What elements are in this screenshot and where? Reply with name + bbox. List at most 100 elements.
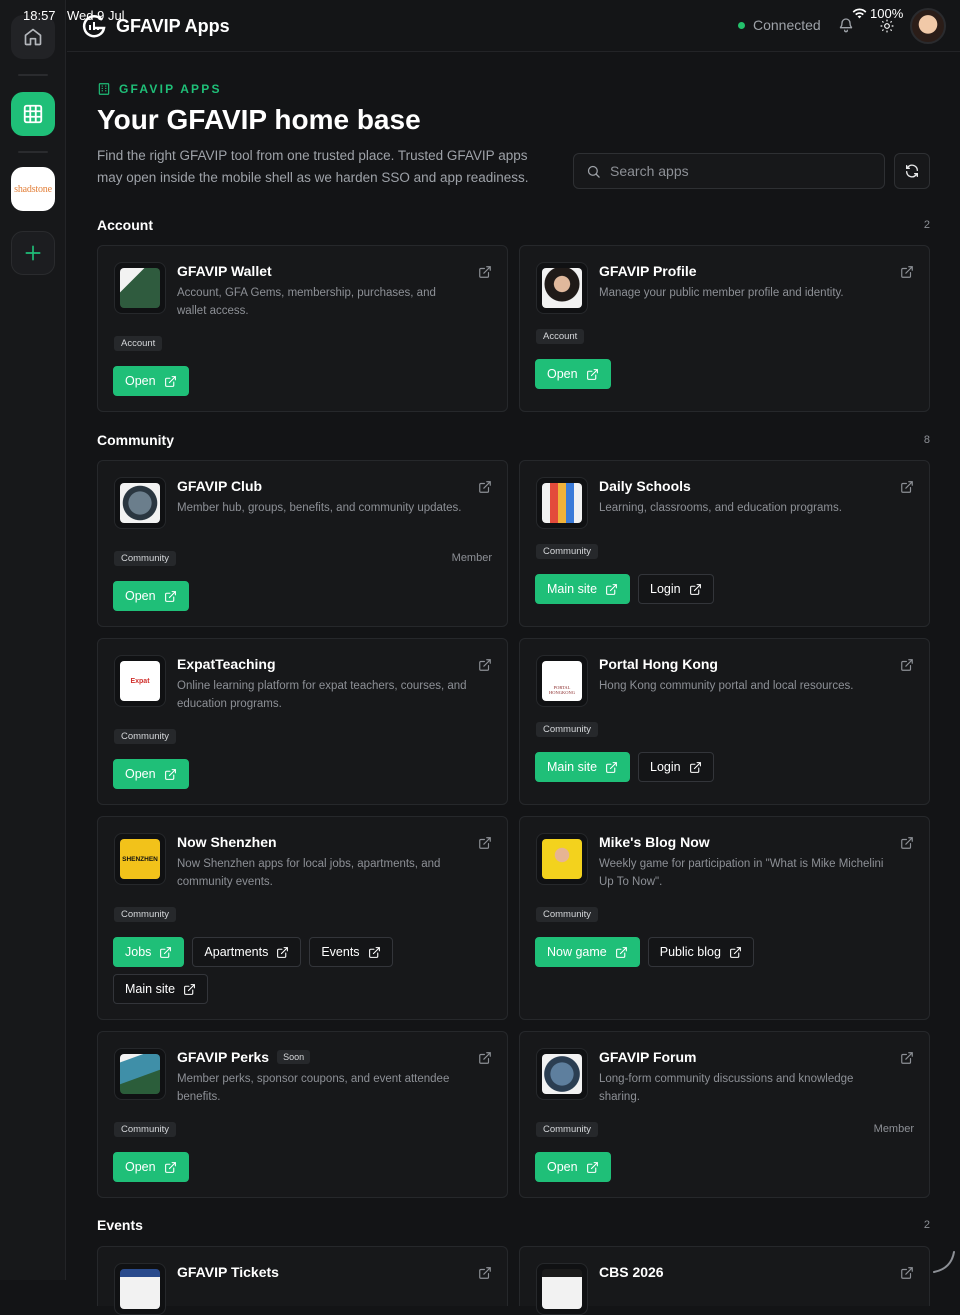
search-input[interactable]: [610, 163, 870, 179]
app-description: Member hub, groups, benefits, and commun…: [177, 502, 462, 514]
loading-spinner-icon: [933, 1251, 955, 1273]
external-link-icon: [164, 590, 176, 602]
external-link-icon[interactable]: [900, 658, 914, 672]
external-link-icon: [184, 983, 195, 995]
main-site-button[interactable]: Main site: [113, 974, 209, 1004]
section-header-account: Account 2: [97, 217, 930, 233]
app-card-portal-hong-kong: PORTAL HONGKONG Portal Hong Kong Hong Ko…: [519, 638, 930, 805]
app-card-daily-schools: Daily Schools Learning, classrooms, and …: [519, 460, 930, 627]
sun-icon[interactable]: [880, 19, 894, 33]
login-button[interactable]: Login: [638, 752, 714, 782]
events-button[interactable]: Events: [309, 937, 393, 967]
connected-dot: [738, 21, 745, 29]
external-link-icon: [368, 946, 380, 958]
button-label: Open: [125, 589, 156, 603]
external-link-icon[interactable]: [478, 658, 492, 672]
button-label: Login: [650, 760, 681, 774]
refresh-icon: [906, 164, 918, 178]
open-button[interactable]: Open: [113, 366, 189, 396]
app-card-cbs-2026: CBS 2026: [519, 1246, 930, 1315]
search-box[interactable]: [573, 153, 885, 189]
app-card-gfavip-forum: GFAVIP Forum Long-form community discuss…: [519, 1031, 930, 1198]
section-title: Account: [97, 217, 153, 233]
section-header-events: Events 2: [97, 1217, 930, 1233]
rail-divider: [18, 74, 48, 76]
button-label: Open: [125, 374, 156, 388]
section-title: Community: [97, 432, 174, 448]
category-tag: Account: [536, 329, 585, 344]
external-link-icon: [164, 1161, 176, 1173]
category-tag: Community: [114, 1122, 177, 1137]
rail-shadstone-button[interactable]: shadstone: [11, 167, 55, 211]
external-link-icon[interactable]: [478, 480, 492, 494]
shenzhen-logo-text: SHENZHEN: [120, 839, 160, 879]
category-tag: Community: [114, 551, 177, 566]
external-link-icon[interactable]: [900, 265, 914, 279]
app-name-text: GFAVIP Perks: [177, 1049, 270, 1065]
refresh-button[interactable]: [894, 153, 930, 189]
button-label: Main site: [547, 582, 598, 596]
app-card-gfavip-wallet: GFAVIP Wallet Account, GFA Gems, members…: [97, 245, 508, 412]
apartments-button[interactable]: Apartments: [192, 937, 302, 967]
button-label: Open: [547, 367, 578, 381]
open-button[interactable]: Open: [535, 1152, 611, 1182]
category-tag: Community: [536, 544, 599, 559]
status-indicators: 100%: [852, 6, 903, 21]
building-icon: [98, 83, 110, 95]
connection-label: Connected: [753, 17, 821, 33]
external-link-icon: [160, 946, 172, 958]
external-link-icon: [729, 946, 741, 958]
now-game-button[interactable]: Now game: [535, 937, 640, 967]
app-logo: [114, 477, 166, 529]
login-button[interactable]: Login: [638, 574, 714, 604]
external-link-icon[interactable]: [900, 480, 914, 494]
external-link-icon[interactable]: [900, 836, 914, 850]
section-title: Events: [97, 1217, 143, 1233]
external-link-icon: [689, 761, 701, 773]
app-logo: [536, 262, 588, 314]
external-link-icon[interactable]: [478, 1051, 492, 1065]
external-link-icon[interactable]: [478, 836, 492, 850]
button-label: Public blog: [659, 945, 721, 959]
app-name: Now Shenzhen: [177, 834, 277, 850]
app-logo: SHENZHEN: [114, 833, 166, 885]
search-icon: [587, 165, 600, 178]
app-description: Account, GFA Gems, membership, purchases…: [177, 287, 436, 317]
open-button[interactable]: Open: [113, 759, 189, 789]
external-link-icon: [586, 1161, 598, 1173]
main-site-button[interactable]: Main site: [535, 752, 631, 782]
app-card-gfavip-club: GFAVIP Club Member hub, groups, benefits…: [97, 460, 508, 627]
open-button[interactable]: Open: [113, 1152, 189, 1182]
external-link-icon: [164, 768, 176, 780]
external-link-icon: [586, 368, 598, 380]
public-blog-button[interactable]: Public blog: [647, 937, 754, 967]
jobs-button[interactable]: Jobs: [113, 937, 185, 967]
external-link-icon: [689, 583, 701, 595]
app-logo: [536, 477, 588, 529]
app-description: Learning, classrooms, and education prog…: [599, 502, 842, 514]
app-description: Manage your public member profile and id…: [599, 287, 844, 299]
button-label: Main site: [125, 982, 176, 996]
open-button[interactable]: Open: [113, 581, 189, 611]
user-avatar[interactable]: [910, 8, 946, 44]
open-button[interactable]: Open: [535, 359, 611, 389]
external-link-icon: [606, 583, 617, 595]
app-name: Portal Hong Kong: [599, 656, 718, 672]
app-name: GFAVIP Forum: [599, 1049, 697, 1065]
app-logo: [114, 1263, 166, 1315]
access-level: Member: [873, 1123, 914, 1135]
external-link-icon[interactable]: [900, 1051, 914, 1065]
external-link-icon[interactable]: [478, 1266, 492, 1280]
external-link-icon[interactable]: [900, 1266, 914, 1280]
rail-add-button[interactable]: [11, 231, 55, 275]
main-site-button[interactable]: Main site: [535, 574, 631, 604]
category-tag: Community: [536, 1122, 599, 1137]
app-card-now-shenzhen: SHENZHEN Now Shenzhen Now Shenzhen apps …: [97, 816, 508, 1020]
rail-apps-button[interactable]: [11, 92, 55, 136]
app-name: Daily Schools: [599, 478, 691, 494]
external-link-icon[interactable]: [478, 265, 492, 279]
external-link-icon: [615, 946, 627, 958]
app-name: GFAVIP Tickets: [177, 1264, 279, 1280]
app-description: Hong Kong community portal and local res…: [599, 680, 854, 692]
brand[interactable]: GFAVIP Apps: [80, 12, 230, 40]
